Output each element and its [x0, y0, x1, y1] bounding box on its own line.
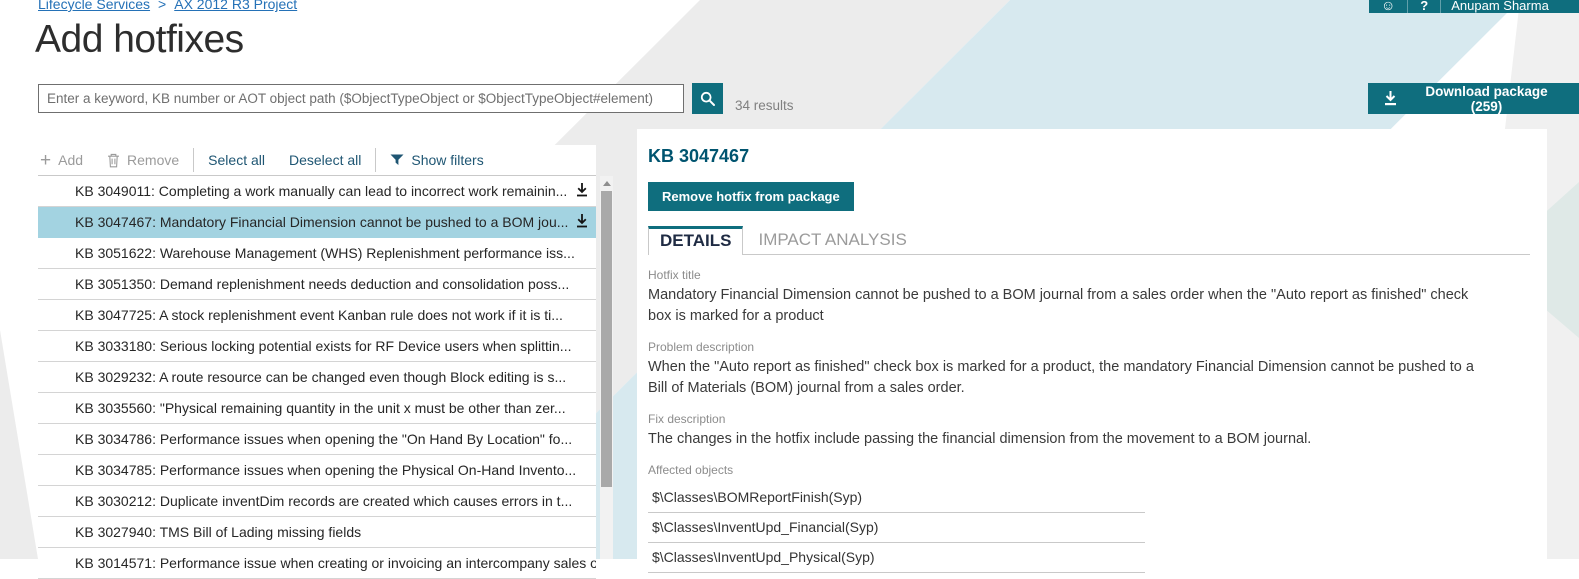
list-item[interactable]: KB 3051350: Demand replenishment needs d… [38, 269, 596, 300]
download-package-button[interactable]: Download package (259) [1368, 83, 1579, 114]
list-item[interactable]: KB 3034785: Performance issues when open… [38, 455, 596, 486]
affected-object-row: $\Classes\InventUpd_Physical(Syp) [648, 543, 1145, 573]
problem-description-text: When the "Auto report as finished" check… [648, 357, 1488, 399]
affected-objects-list: $\Classes\BOMReportFinish(Syp) $\Classes… [648, 483, 1145, 573]
show-filters-button[interactable]: Show filters [378, 152, 495, 168]
affected-objects-label: Affected objects [648, 463, 1533, 477]
list-scrollbar[interactable] [600, 176, 613, 559]
list-item[interactable]: KB 3033180: Serious locking potential ex… [38, 331, 596, 362]
plus-icon: + [40, 151, 51, 170]
list-toolbar: + Add Remove Select all Deselect all Sho… [38, 145, 596, 175]
deselect-all-button[interactable]: Deselect all [277, 152, 373, 168]
toolbar-divider [375, 148, 376, 172]
list-item[interactable]: KB 3049011: Completing a work manually c… [38, 176, 596, 207]
toolbar-divider [193, 148, 194, 172]
problem-description-label: Problem description [648, 340, 1533, 354]
breadcrumb: Lifecycle Services > AX 2012 R3 Project [38, 0, 297, 12]
scrollbar-thumb[interactable] [601, 191, 612, 487]
list-item[interactable]: KB 3034786: Performance issues when open… [38, 424, 596, 455]
detail-tabs: DETAILS IMPACT ANALYSIS [648, 226, 1530, 255]
select-all-button[interactable]: Select all [196, 152, 277, 168]
list-item[interactable]: KB 3027940: TMS Bill of Lading missing f… [38, 517, 596, 548]
list-item[interactable]: KB 3035560: "Physical remaining quantity… [38, 393, 596, 424]
hotfix-list: KB 3049011: Completing a work manually c… [38, 175, 596, 579]
tab-impact-analysis[interactable]: IMPACT ANALYSIS [747, 227, 917, 254]
hotfix-title-text: Mandatory Financial Dimension cannot be … [648, 285, 1488, 327]
results-count: 34 results [735, 98, 794, 113]
download-icon [1383, 91, 1398, 107]
fix-description-text: The changes in the hotfix include passin… [648, 429, 1488, 450]
download-hotfix-icon[interactable] [575, 214, 589, 230]
trash-icon [107, 153, 120, 168]
kb-heading: KB 3047467 [648, 146, 1533, 167]
hotfix-detail-panel: KB 3047467 Remove hotfix from package DE… [637, 129, 1547, 559]
user-bar: ☺ ? Anupam Sharma [1369, 0, 1579, 13]
filter-funnel-icon [390, 154, 404, 166]
breadcrumb-link-lifecycle-services[interactable]: Lifecycle Services [38, 0, 150, 12]
search-icon [700, 91, 716, 107]
page-title: Add hotfixes [35, 18, 244, 62]
user-name[interactable]: Anupam Sharma [1441, 0, 1559, 13]
remove-button[interactable]: Remove [95, 152, 191, 168]
help-icon[interactable]: ? [1408, 0, 1440, 13]
affected-object-row: $\Classes\BOMReportFinish(Syp) [648, 483, 1145, 513]
search-input[interactable] [38, 84, 684, 113]
download-package-label: Download package (259) [1409, 84, 1564, 114]
affected-object-row: $\Classes\InventUpd_Financial(Syp) [648, 513, 1145, 543]
list-item[interactable]: KB 3029232: A route resource can be chan… [38, 362, 596, 393]
list-item[interactable]: KB 3047725: A stock replenishment event … [38, 300, 596, 331]
hotfix-list-panel: + Add Remove Select all Deselect all Sho… [38, 145, 596, 579]
download-hotfix-icon[interactable] [575, 183, 589, 199]
hotfix-title-label: Hotfix title [648, 268, 1533, 282]
add-button[interactable]: + Add [38, 151, 95, 170]
remove-hotfix-button[interactable]: Remove hotfix from package [648, 182, 854, 211]
list-item[interactable]: KB 3051622: Warehouse Management (WHS) R… [38, 238, 596, 269]
list-item[interactable]: KB 3014571: Performance issue when creat… [38, 548, 596, 579]
list-item[interactable]: KB 3030212: Duplicate inventDim records … [38, 486, 596, 517]
scroll-up-arrow-icon[interactable] [603, 181, 611, 186]
feedback-smiley-icon[interactable]: ☺ [1369, 0, 1407, 13]
list-item-selected[interactable]: KB 3047467: Mandatory Financial Dimensio… [38, 207, 596, 238]
breadcrumb-link-project[interactable]: AX 2012 R3 Project [174, 0, 297, 12]
tab-details[interactable]: DETAILS [648, 226, 743, 255]
search-button[interactable] [692, 83, 723, 114]
fix-description-label: Fix description [648, 412, 1533, 426]
breadcrumb-separator: > [158, 0, 166, 12]
